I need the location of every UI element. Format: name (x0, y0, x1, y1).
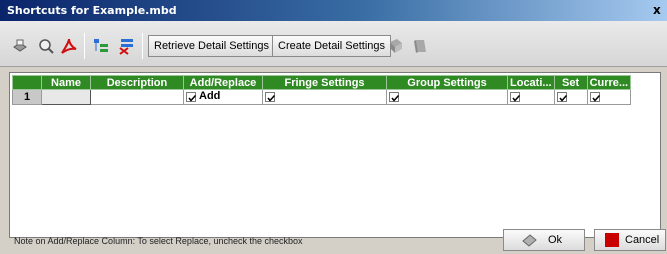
location-cell[interactable] (507, 89, 555, 105)
book-icon[interactable] (412, 37, 430, 55)
fringe-settings-checkbox[interactable] (265, 91, 276, 102)
eraser-icon (522, 233, 538, 254)
fringe-settings-cell[interactable] (262, 89, 387, 105)
cancel-button[interactable]: Cancel (594, 229, 666, 251)
shortcuts-table: Name Description Add/Replace Fringe Sett… (12, 75, 632, 105)
set-cell[interactable] (553, 89, 588, 105)
toolbar-separator (84, 33, 85, 59)
column-header-group-settings[interactable]: Group Settings (386, 75, 508, 90)
tree-delete-icon[interactable] (118, 37, 136, 55)
print-preview-icon[interactable] (37, 37, 55, 55)
column-header-add-replace[interactable]: Add/Replace (183, 75, 263, 90)
book-icon[interactable] (387, 37, 405, 55)
title-bar: Shortcuts for Example.mbd x (0, 0, 667, 21)
location-checkbox[interactable] (510, 91, 521, 102)
toolbar-separator (142, 33, 143, 59)
retrieve-detail-settings-button[interactable]: Retrieve Detail Settings (148, 35, 275, 57)
add-replace-checkbox[interactable] (186, 91, 197, 102)
toolbar: Retrieve Detail Settings Create Detail S… (0, 21, 667, 67)
cancel-label: Cancel (625, 234, 660, 246)
name-cell[interactable] (41, 89, 91, 105)
print-icon[interactable] (11, 37, 29, 55)
column-header-description[interactable]: Description (90, 75, 184, 90)
ok-button[interactable]: Ok (503, 229, 585, 251)
cancel-stop-icon (605, 233, 619, 254)
group-settings-cell[interactable] (386, 89, 508, 105)
row-number: 1 (12, 89, 42, 105)
column-header-name[interactable]: Name (41, 75, 91, 90)
status-note: Note on Add/Replace Column: To select Re… (14, 236, 303, 246)
table-row: 1 Add (12, 89, 632, 105)
set-checkbox[interactable] (556, 91, 567, 102)
add-replace-label: Add (199, 90, 221, 103)
column-header-fringe-settings[interactable]: Fringe Settings (262, 75, 387, 90)
window-title: Shortcuts for Example.mbd (7, 4, 177, 17)
tree-expand-icon[interactable] (92, 37, 110, 55)
column-header-location[interactable]: Locati... (507, 75, 555, 90)
pdf-icon[interactable] (60, 37, 78, 55)
ok-label: Ok (548, 234, 563, 246)
description-cell[interactable] (90, 89, 184, 105)
shortcuts-grid: Name Description Add/Replace Fringe Sett… (9, 72, 661, 238)
group-settings-checkbox[interactable] (389, 91, 400, 102)
column-header-currency[interactable]: Curre... (586, 75, 632, 90)
currency-cell[interactable] (586, 89, 632, 105)
close-window-button[interactable]: x (653, 2, 665, 18)
row-header-corner (12, 75, 42, 90)
currency-checkbox[interactable] (589, 91, 600, 102)
add-replace-cell[interactable]: Add (183, 89, 263, 105)
create-detail-settings-button[interactable]: Create Detail Settings (272, 35, 391, 57)
column-header-set[interactable]: Set (553, 75, 588, 90)
